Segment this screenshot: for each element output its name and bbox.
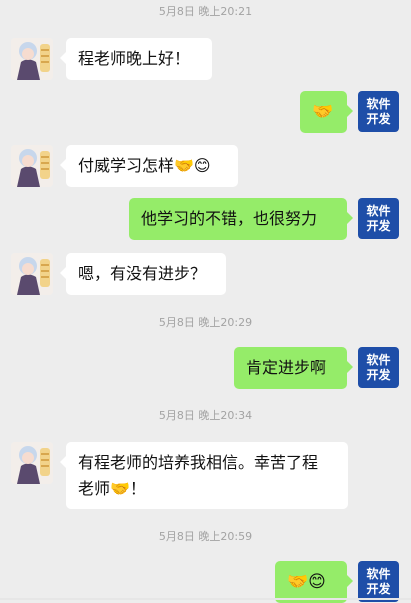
timestamp: 5月8日 晚上20:21 [158,5,253,18]
message-bubble[interactable]: 🤝😊 [275,561,353,603]
avatar-text: 软件 [366,566,391,581]
handshake-emoji: 🤝 [312,102,334,122]
avatar-text: 开发 [366,367,391,382]
contact-avatar[interactable] [11,442,53,484]
avatar-text: 开发 [366,581,391,596]
message-bubble[interactable]: 有程老师的培养我相信。幸苦了程 老师🤝！ [60,442,348,509]
contact-avatar[interactable] [11,145,53,187]
avatar-text: 软件 [366,352,391,367]
self-avatar[interactable]: 软件 开发 [358,347,399,388]
message-bubble[interactable]: 🤝 [300,91,353,133]
emoji-text: 🤝😊 [287,572,326,592]
timestamp: 5月8日 晚上20:29 [158,316,253,329]
self-avatar[interactable]: 软件 开发 [358,561,399,602]
message-bubble[interactable]: 他学习的不错，也很努力 [129,198,353,240]
self-avatar[interactable]: 软件 开发 [358,198,399,239]
self-avatar[interactable]: 软件 开发 [358,91,399,132]
timestamp: 5月8日 晚上20:59 [158,530,253,543]
avatar-text: 开发 [366,111,391,126]
message-bubble[interactable]: 程老师晚上好！ [60,38,212,80]
message-text: 付威学习怎样🤝😊 [78,156,211,175]
contact-avatar[interactable] [11,38,53,80]
contact-avatar[interactable] [11,253,53,295]
avatar-text: 软件 [366,96,391,111]
message-bubble[interactable]: 嗯，有没有进步？ [60,253,226,295]
message-bubble[interactable]: 肯定进步啊 [234,347,353,389]
message-bubble[interactable]: 付威学习怎样🤝😊 [60,145,238,187]
timestamp: 5月8日 晚上20:34 [158,409,253,422]
avatar-text: 开发 [366,218,391,233]
avatar-text: 软件 [366,203,391,218]
message-text: 有程老师的培养我相信。幸苦了程 [78,453,319,472]
message-text: 老师🤝！ [78,479,146,498]
